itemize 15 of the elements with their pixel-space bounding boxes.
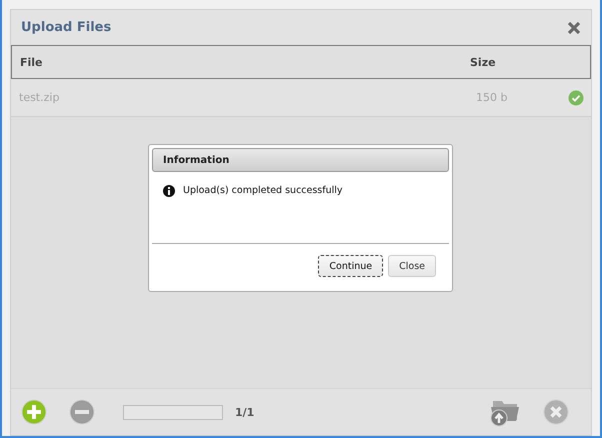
cancel-icon[interactable]: [543, 399, 569, 425]
dialog-button[interactable]: Close: [388, 255, 436, 277]
info-icon: [163, 185, 175, 197]
close-icon[interactable]: [567, 20, 581, 34]
add-icon[interactable]: [21, 399, 47, 425]
window-title: Upload Files: [21, 20, 112, 35]
dialog-title: Information: [163, 154, 230, 166]
file-count: 1/1: [235, 406, 254, 418]
column-header: File: [19, 56, 44, 68]
dialog-button[interactable]: Continue: [318, 255, 384, 277]
remove-icon[interactable]: [69, 399, 95, 425]
dialog-message: Upload(s) completed successfully: [183, 185, 343, 196]
table-cell-text: test.zip: [18, 91, 60, 104]
column-header: Size: [470, 56, 497, 68]
table-cell-text: 150 b: [476, 91, 508, 104]
